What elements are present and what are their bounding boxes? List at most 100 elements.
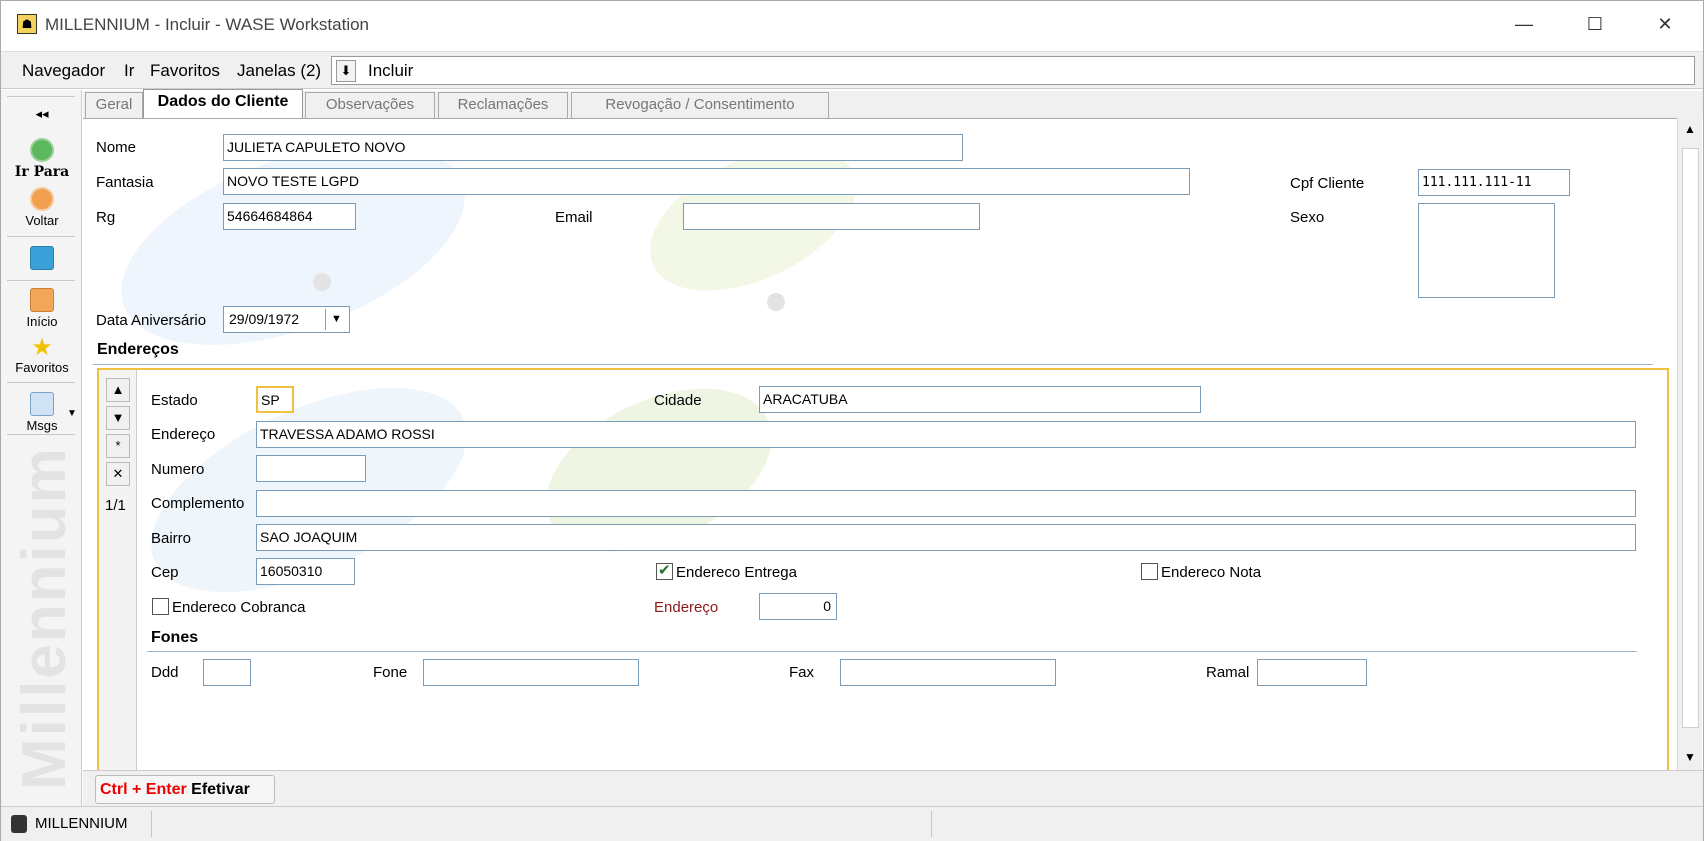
command-value: Incluir (368, 61, 414, 80)
ddd-field[interactable] (203, 659, 251, 686)
endereco-entrega-checkbox[interactable] (656, 561, 673, 580)
ddd-label: Ddd (151, 664, 179, 681)
estado-label: Estado (151, 392, 198, 409)
record-counter: 1/1 (105, 497, 126, 514)
nav-favoritos-label: Favoritos (15, 360, 69, 375)
nav-refresh[interactable] (3, 246, 81, 272)
delete-record-button[interactable]: ✕ (106, 462, 130, 486)
cidade-label: Cidade (654, 392, 702, 409)
scroll-thumb[interactable] (1682, 148, 1699, 728)
status-app-name: MILLENNIUM (35, 815, 128, 832)
endereco-num-label: Endereço (654, 599, 719, 616)
cpf-field[interactable]: 111.111.111-11 (1418, 169, 1570, 196)
ramal-field[interactable] (1257, 659, 1367, 686)
cep-label: Cep (151, 564, 179, 581)
close-button[interactable]: ✕ (1642, 9, 1688, 41)
menu-favoritos[interactable]: Favoritos (150, 61, 220, 81)
side-nav: ◂◂ Ir Para Voltar Início ★ Favoritos Msg… (1, 90, 82, 806)
star-icon: ★ (31, 334, 53, 361)
address-nav: ▲ ▼ * ✕ 1/1 (99, 370, 137, 776)
nav-msgs-label: Msgs (26, 418, 58, 433)
menu-janelas[interactable]: Janelas (2) (237, 61, 321, 81)
section-divider (93, 364, 1653, 365)
address-panel: ▲ ▼ * ✕ 1/1 Estado SP Cidade ARACATUBA E… (97, 345, 1669, 778)
background-decoration (767, 293, 785, 311)
chevron-down-icon[interactable]: ▼ (67, 408, 77, 419)
cidade-field[interactable]: ARACATUBA (759, 386, 1201, 413)
tab-dados-do-cliente[interactable]: Dados do Cliente (143, 89, 303, 119)
bairro-field[interactable]: SAO JOAQUIM (256, 524, 1636, 551)
nav-favoritos[interactable]: ★ Favoritos (3, 334, 81, 376)
fax-label: Fax (789, 664, 815, 681)
fax-field[interactable] (840, 659, 1056, 686)
enderecos-title: Endereços (97, 341, 179, 358)
minimize-button[interactable]: — (1501, 9, 1547, 41)
tab-bar: Geral Dados do Cliente Observações Recla… (83, 89, 1703, 119)
endereco-num-field[interactable]: 0 (759, 593, 837, 620)
vertical-scrollbar[interactable]: ▲ ▼ (1677, 118, 1702, 770)
complemento-label: Complemento (151, 495, 245, 512)
menu-bar: Navegador Ir Favoritos Janelas (2) ⬇ Inc… (1, 51, 1703, 89)
aniversario-value: 29/09/1972 (229, 311, 300, 327)
fantasia-field[interactable]: NOVO TESTE LGPD (223, 168, 1190, 195)
tab-geral[interactable]: Geral (85, 92, 143, 118)
section-divider (147, 651, 1637, 652)
efetivar-button[interactable]: Ctrl + Enter Efetivar (95, 775, 275, 804)
collapse-nav-icon[interactable]: ◂◂ (3, 106, 81, 122)
title-bar: ☗ MILLENNIUM - Incluir - WASE Workstatio… (1, 1, 1703, 49)
fone-label: Fone (373, 664, 408, 681)
fantasia-label: Fantasia (96, 174, 154, 191)
sexo-listbox[interactable] (1418, 203, 1555, 298)
endereco-field[interactable]: TRAVESSA ADAMO ROSSI (256, 421, 1636, 448)
chevron-down-icon[interactable]: ▼ (325, 309, 347, 330)
numero-field[interactable] (256, 455, 366, 482)
endereco-label: Endereço (151, 426, 216, 443)
complemento-field[interactable] (256, 490, 1636, 517)
next-record-button[interactable]: ▼ (106, 406, 130, 430)
endereco-cobranca-checkbox[interactable] (152, 598, 169, 615)
nav-ir-para[interactable]: Ir Para (3, 138, 81, 180)
nome-label: Nome (96, 139, 137, 156)
scroll-up-icon[interactable]: ▲ (1682, 122, 1698, 136)
menu-navegador[interactable]: Navegador (22, 61, 105, 81)
tab-revogacao-consentimento[interactable]: Revogação / Consentimento (571, 92, 829, 118)
command-box[interactable]: ⬇ Incluir (331, 56, 1695, 85)
fone-field[interactable] (423, 659, 639, 686)
endereco-cobranca-label: Endereco Cobranca (172, 599, 306, 616)
cpf-label: Cpf Cliente (1290, 175, 1365, 192)
efetivar-shortcut: Ctrl + Enter (100, 781, 187, 798)
estado-field[interactable]: SP (256, 386, 294, 413)
nav-voltar-label: Voltar (25, 213, 59, 228)
aniversario-label: Data Aniversário (96, 312, 207, 329)
arrow-down-icon[interactable]: ⬇ (336, 60, 356, 82)
sexo-label: Sexo (1290, 209, 1325, 226)
new-record-button[interactable]: * (106, 434, 130, 458)
numero-label: Numero (151, 461, 205, 478)
background-decoration (313, 273, 331, 291)
prev-record-button[interactable]: ▲ (106, 378, 130, 402)
nav-ir-para-label: Ir Para (14, 164, 70, 180)
email-label: Email (555, 209, 593, 226)
nav-divider (7, 382, 75, 383)
maximize-button[interactable]: ☐ (1572, 9, 1618, 41)
cep-field[interactable]: 16050310 (256, 558, 355, 585)
endereco-nota-checkbox[interactable] (1141, 563, 1158, 580)
fones-title: Fones (151, 629, 199, 646)
email-field[interactable] (683, 203, 980, 230)
menu-ir[interactable]: Ir (124, 61, 134, 81)
nav-divider (7, 96, 75, 97)
endereco-nota-label: Endereco Nota (1161, 564, 1262, 581)
status-bar: MILLENNIUM (1, 806, 1703, 841)
nome-field[interactable]: JULIETA CAPULETO NOVO (223, 134, 963, 161)
tab-reclamacoes[interactable]: Reclamações (438, 92, 568, 118)
nav-voltar[interactable]: Voltar (3, 187, 81, 228)
refresh-icon (30, 246, 54, 270)
tab-observacoes[interactable]: Observações (305, 92, 435, 118)
nav-inicio[interactable]: Início (3, 288, 81, 329)
efetivar-label: Efetivar (191, 781, 250, 798)
rg-field[interactable]: 54664684864 (223, 203, 356, 230)
action-strip (83, 770, 1703, 806)
nav-divider (7, 434, 75, 435)
status-divider (151, 811, 152, 837)
scroll-down-icon[interactable]: ▼ (1682, 750, 1698, 764)
